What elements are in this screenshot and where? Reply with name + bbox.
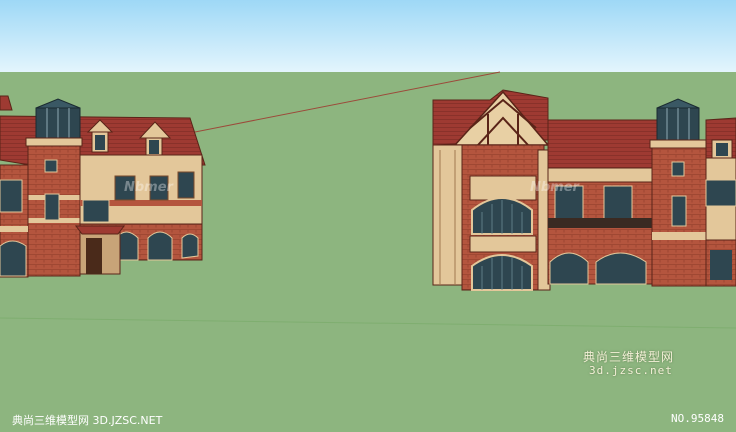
- watermark-chinese: 典尚三维模型网: [583, 350, 675, 364]
- building-left: [0, 95, 206, 278]
- footer-site-label: 典尚三维模型网 3D.JZSC.NET: [12, 414, 163, 427]
- watermark-url: 3d.jzsc.net: [589, 364, 673, 377]
- footer-model-number: NO.95848: [671, 412, 724, 425]
- building-right: [432, 89, 736, 291]
- watermark-ghost-left: Nbmer: [124, 180, 173, 195]
- watermark-ghost-right: Nbmer: [530, 180, 579, 195]
- sky: [0, 0, 736, 72]
